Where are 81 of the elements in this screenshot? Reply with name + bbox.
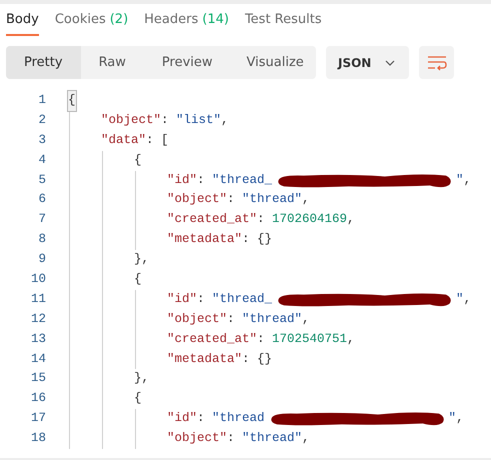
view-mode-tab[interactable]: Raw: [80, 46, 144, 79]
code-token: "id": [167, 410, 198, 428]
code-token: 1702540751: [272, 330, 348, 348]
code-token: {: [134, 271, 142, 288]
code-token: "metadata": [167, 350, 242, 368]
code-token: "list": [176, 112, 222, 129]
code-token: ,: [464, 290, 472, 308]
line-number: 16: [30, 390, 46, 408]
code-token: ,: [302, 191, 310, 208]
line-number: 18: [30, 430, 46, 448]
caret-icon: [385, 60, 396, 66]
code-token: :: [197, 290, 206, 308]
code-token: ,: [302, 310, 310, 328]
code-token: :: [227, 430, 236, 448]
line-number: 4: [37, 152, 46, 169]
line-number: 8: [37, 231, 46, 248]
code-token: "object": [167, 310, 228, 328]
code-token: "created_at": [167, 330, 258, 348]
line-number: 10: [30, 271, 46, 288]
line-number: 7: [37, 211, 46, 228]
code-token: "created_at": [167, 211, 258, 228]
code-token: "thread: [212, 410, 265, 428]
code-token: ": [448, 410, 456, 428]
code-token: "data": [101, 132, 146, 149]
code-token: "object": [101, 112, 162, 129]
view-mode-tab[interactable]: Visualize: [230, 46, 320, 79]
line-number: 3: [37, 132, 46, 149]
code-token: "thread": [242, 191, 302, 208]
response-tab[interactable]: Test Results: [244, 8, 322, 36]
code-token: ,: [456, 410, 464, 428]
line-number: 6: [37, 191, 46, 208]
format-dropdown[interactable]: JSON: [326, 46, 409, 79]
code-token: "object": [167, 430, 228, 448]
line-number: 5: [37, 172, 46, 189]
code-token: :: [197, 410, 206, 428]
code-token: "thread_: [212, 172, 272, 189]
wrap-lines-button[interactable]: [419, 46, 454, 79]
code-token: : {}: [242, 350, 272, 368]
code-token: :: [161, 112, 170, 129]
line-number: 12: [30, 310, 46, 328]
view-mode-tab[interactable]: Preview: [144, 46, 231, 79]
matched-bracket: {: [68, 91, 76, 111]
code-token: :: [227, 191, 236, 208]
line-number: 17: [30, 410, 46, 428]
code-token: ": [456, 290, 464, 308]
code-token: "thread": [242, 430, 302, 448]
line-number: 14: [30, 350, 46, 368]
line-number: 15: [30, 370, 46, 388]
line-number: 11: [30, 290, 46, 308]
code-token: ,: [221, 112, 229, 129]
code-token: ,: [464, 172, 472, 189]
code-token: "object": [167, 191, 228, 208]
code-token: {: [134, 390, 142, 408]
code-token: 1702604169: [272, 211, 348, 228]
code-token: ,: [347, 211, 355, 228]
line-number: 9: [37, 251, 46, 268]
code-token: : [: [146, 132, 169, 149]
code-token: {: [134, 152, 142, 169]
response-tab[interactable]: Body: [6, 8, 39, 36]
line-number: 2: [37, 112, 46, 129]
view-mode-tab[interactable]: Pretty: [6, 46, 81, 79]
code-token: :: [257, 330, 266, 348]
code-token: ,: [302, 430, 310, 448]
code-token: "thread_: [212, 290, 272, 308]
wrap-lines-icon: [426, 54, 446, 70]
code-token: "metadata": [167, 231, 242, 248]
line-number: 1: [37, 92, 46, 109]
line-number: 13: [30, 330, 46, 348]
code-token: "id": [167, 290, 198, 308]
code-token: "thread": [242, 310, 302, 328]
code-token: :: [227, 310, 236, 328]
code-token: },: [134, 251, 150, 268]
code-token: "id": [167, 172, 198, 189]
response-tab[interactable]: Headers (14): [144, 8, 229, 36]
code-token: : {}: [242, 231, 272, 248]
code-token: },: [134, 370, 150, 388]
response-tab[interactable]: Cookies (2): [54, 8, 128, 36]
code-token: :: [257, 211, 266, 228]
code-token: ": [456, 172, 464, 189]
code-token: :: [197, 172, 206, 189]
code-token: ,: [347, 330, 355, 348]
